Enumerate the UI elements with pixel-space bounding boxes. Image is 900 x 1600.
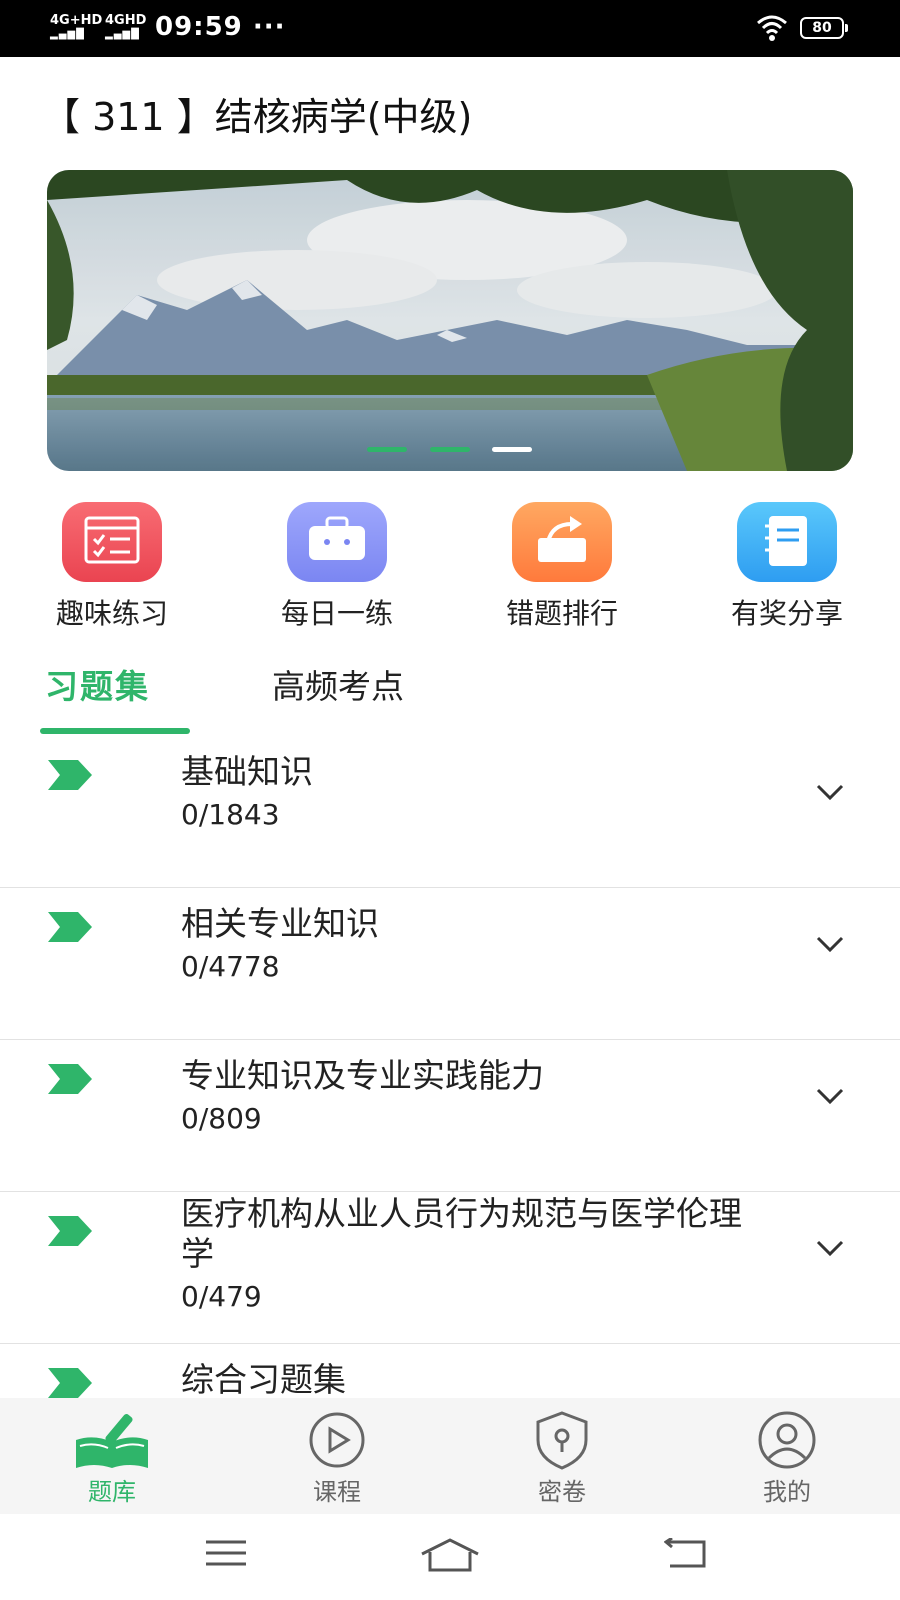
clock-text: 09:59 (155, 12, 243, 42)
chevron-down-icon[interactable] (815, 1086, 845, 1106)
tab-secret-papers[interactable]: 密卷 (487, 1398, 637, 1514)
tab-question-bank[interactable]: 题库 (37, 1398, 187, 1514)
home-icon[interactable] (420, 1538, 480, 1572)
status-bar: 4G+HD ▂▄▆█ 4GHD ▂▄▆█ 09:59 ··· 80 (0, 0, 900, 57)
signal-2-label: 4GHD (105, 13, 147, 28)
menu-icon[interactable] (204, 1538, 248, 1568)
share-box-icon (512, 502, 612, 582)
battery-level: 80 (812, 20, 832, 36)
tab-label: 我的 (763, 1478, 811, 1506)
chevron-down-icon[interactable] (815, 1238, 845, 1258)
list-item-title: 专业知识及专业实践能力 (181, 1056, 544, 1095)
quick-action-reward-share[interactable]: 有奖分享 (687, 502, 887, 632)
list-item-count: 0/1843 (181, 798, 280, 831)
banner-landscape-image (47, 170, 853, 471)
banner-dot-2[interactable] (430, 447, 470, 452)
list-item-count: 0/809 (181, 1102, 262, 1135)
list-item[interactable]: 专业知识及专业实践能力 0/809 (0, 1040, 900, 1192)
play-circle-icon (309, 1412, 365, 1468)
quick-action-fun-practice[interactable]: 趣味练习 (12, 502, 212, 632)
quick-action-label: 有奖分享 (730, 597, 843, 630)
user-circle-icon (758, 1411, 816, 1469)
signal-2-indicator: 4GHD ▂▄▆█ (105, 13, 147, 41)
worksheet-icon (62, 502, 162, 582)
list-item-title: 综合习题集 (181, 1360, 346, 1398)
list-item[interactable]: 医疗机构从业人员行为规范与医学伦理学 0/479 (0, 1192, 900, 1344)
list-item-title: 相关专业知识 (181, 904, 379, 943)
page-title: 【 311 】结核病学(中级) (42, 95, 473, 139)
tab-label: 题库 (88, 1478, 136, 1506)
list-item-title: 医疗机构从业人员行为规范与医学伦理学 (181, 1194, 742, 1273)
back-icon[interactable] (664, 1538, 708, 1568)
list-item[interactable]: 基础知识 0/1843 (0, 736, 900, 888)
chevron-down-icon[interactable] (815, 782, 845, 802)
tab-courses[interactable]: 课程 (262, 1398, 412, 1514)
toolbox-icon (287, 502, 387, 582)
battery-icon: 80 (800, 17, 848, 39)
lock-shield-icon (536, 1411, 588, 1470)
signal-1-indicator: 4G+HD ▂▄▆█ (50, 13, 103, 41)
quick-action-wrong-ranking[interactable]: 错题排行 (462, 502, 662, 632)
system-nav-bar (0, 1514, 900, 1600)
more-indicator: ··· (252, 12, 286, 42)
list-item-count: 0/479 (181, 1280, 262, 1313)
status-time: 09:59 ··· (155, 12, 285, 42)
chevron-flag-icon (48, 912, 92, 942)
tab-mine[interactable]: 我的 (712, 1398, 862, 1514)
quick-action-label: 趣味练习 (55, 597, 168, 630)
list-item-count: 0/4778 (181, 950, 280, 983)
list-item[interactable]: 相关专业知识 0/4778 (0, 888, 900, 1040)
book-pen-icon (76, 1413, 148, 1468)
chevron-flag-icon (48, 1216, 92, 1246)
bottom-tab-bar: 题库 课程 密卷 我的 (0, 1398, 900, 1514)
tab-exercise-set[interactable]: 习题集 (45, 660, 150, 708)
list-item[interactable]: 综合习题集 (0, 1344, 900, 1398)
chevron-flag-icon (48, 760, 92, 790)
banner-dot-1[interactable] (367, 447, 407, 452)
chevron-down-icon[interactable] (815, 934, 845, 954)
signal-1-label: 4G+HD (50, 13, 103, 28)
quick-action-label: 每日一练 (280, 597, 393, 630)
banner-dot-3[interactable] (492, 447, 532, 452)
active-tab-indicator (40, 728, 190, 734)
notebook-icon (737, 502, 837, 582)
quick-action-daily-practice[interactable]: 每日一练 (237, 502, 437, 632)
chevron-flag-icon (48, 1064, 92, 1094)
exercise-list: 基础知识 0/1843 相关专业知识 0/4778 专业知识及专业实践能力 0/… (0, 736, 900, 1398)
list-item-title: 基础知识 (181, 752, 313, 791)
wifi-icon (757, 15, 787, 41)
tab-high-frequency[interactable]: 高频考点 (272, 660, 404, 708)
chevron-flag-icon (48, 1368, 92, 1398)
tab-label: 密卷 (538, 1478, 586, 1506)
quick-action-label: 错题排行 (505, 597, 618, 630)
banner-carousel[interactable] (47, 170, 853, 471)
tab-label: 课程 (313, 1478, 361, 1506)
